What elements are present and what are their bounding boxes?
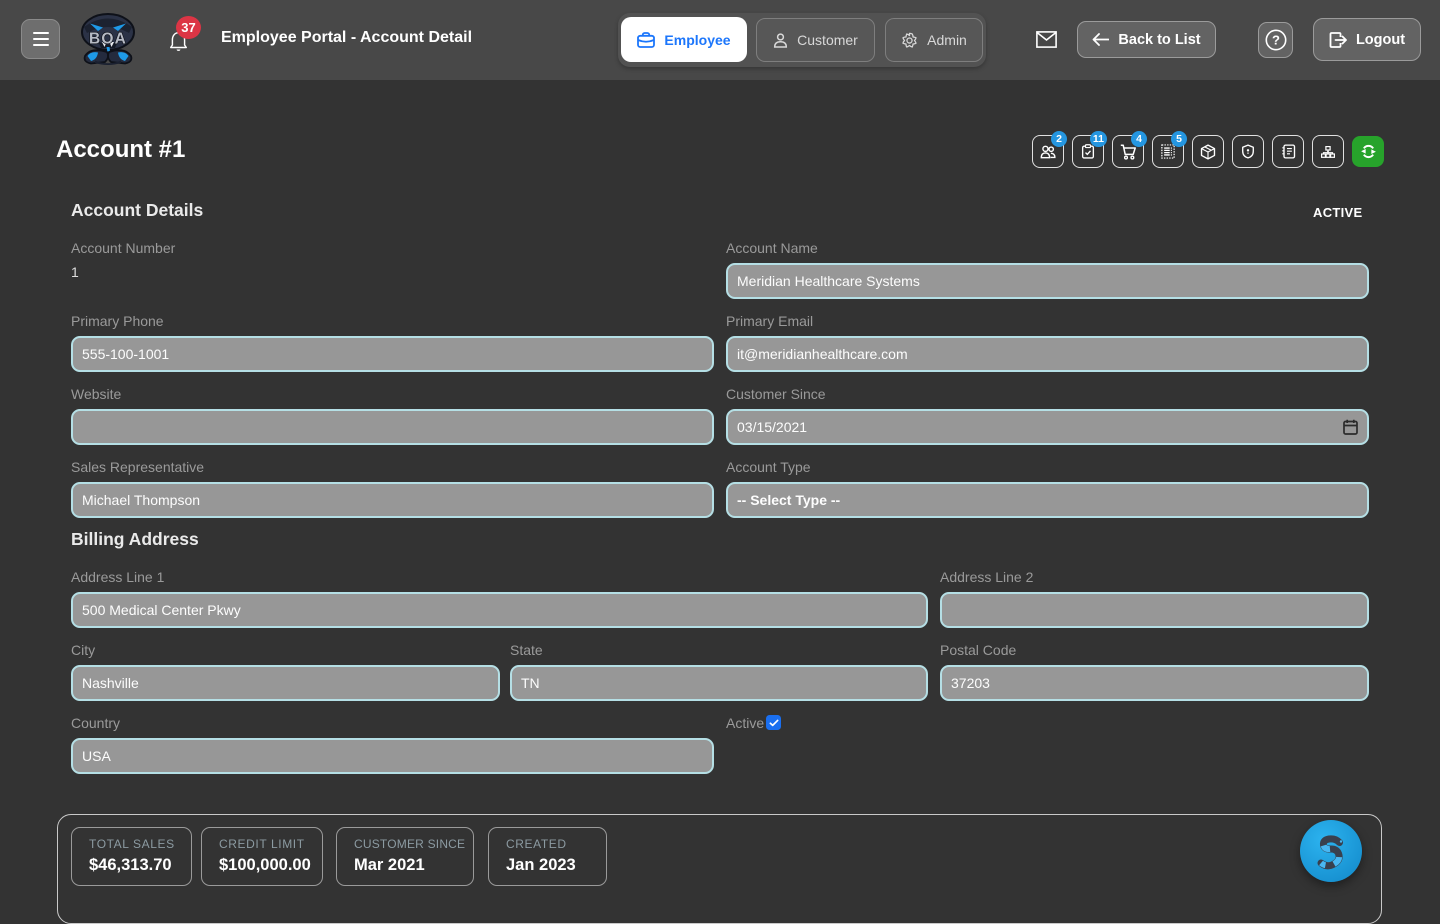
svg-text:?: ?	[1272, 33, 1280, 48]
svg-text:BOA: BOA	[89, 31, 127, 48]
